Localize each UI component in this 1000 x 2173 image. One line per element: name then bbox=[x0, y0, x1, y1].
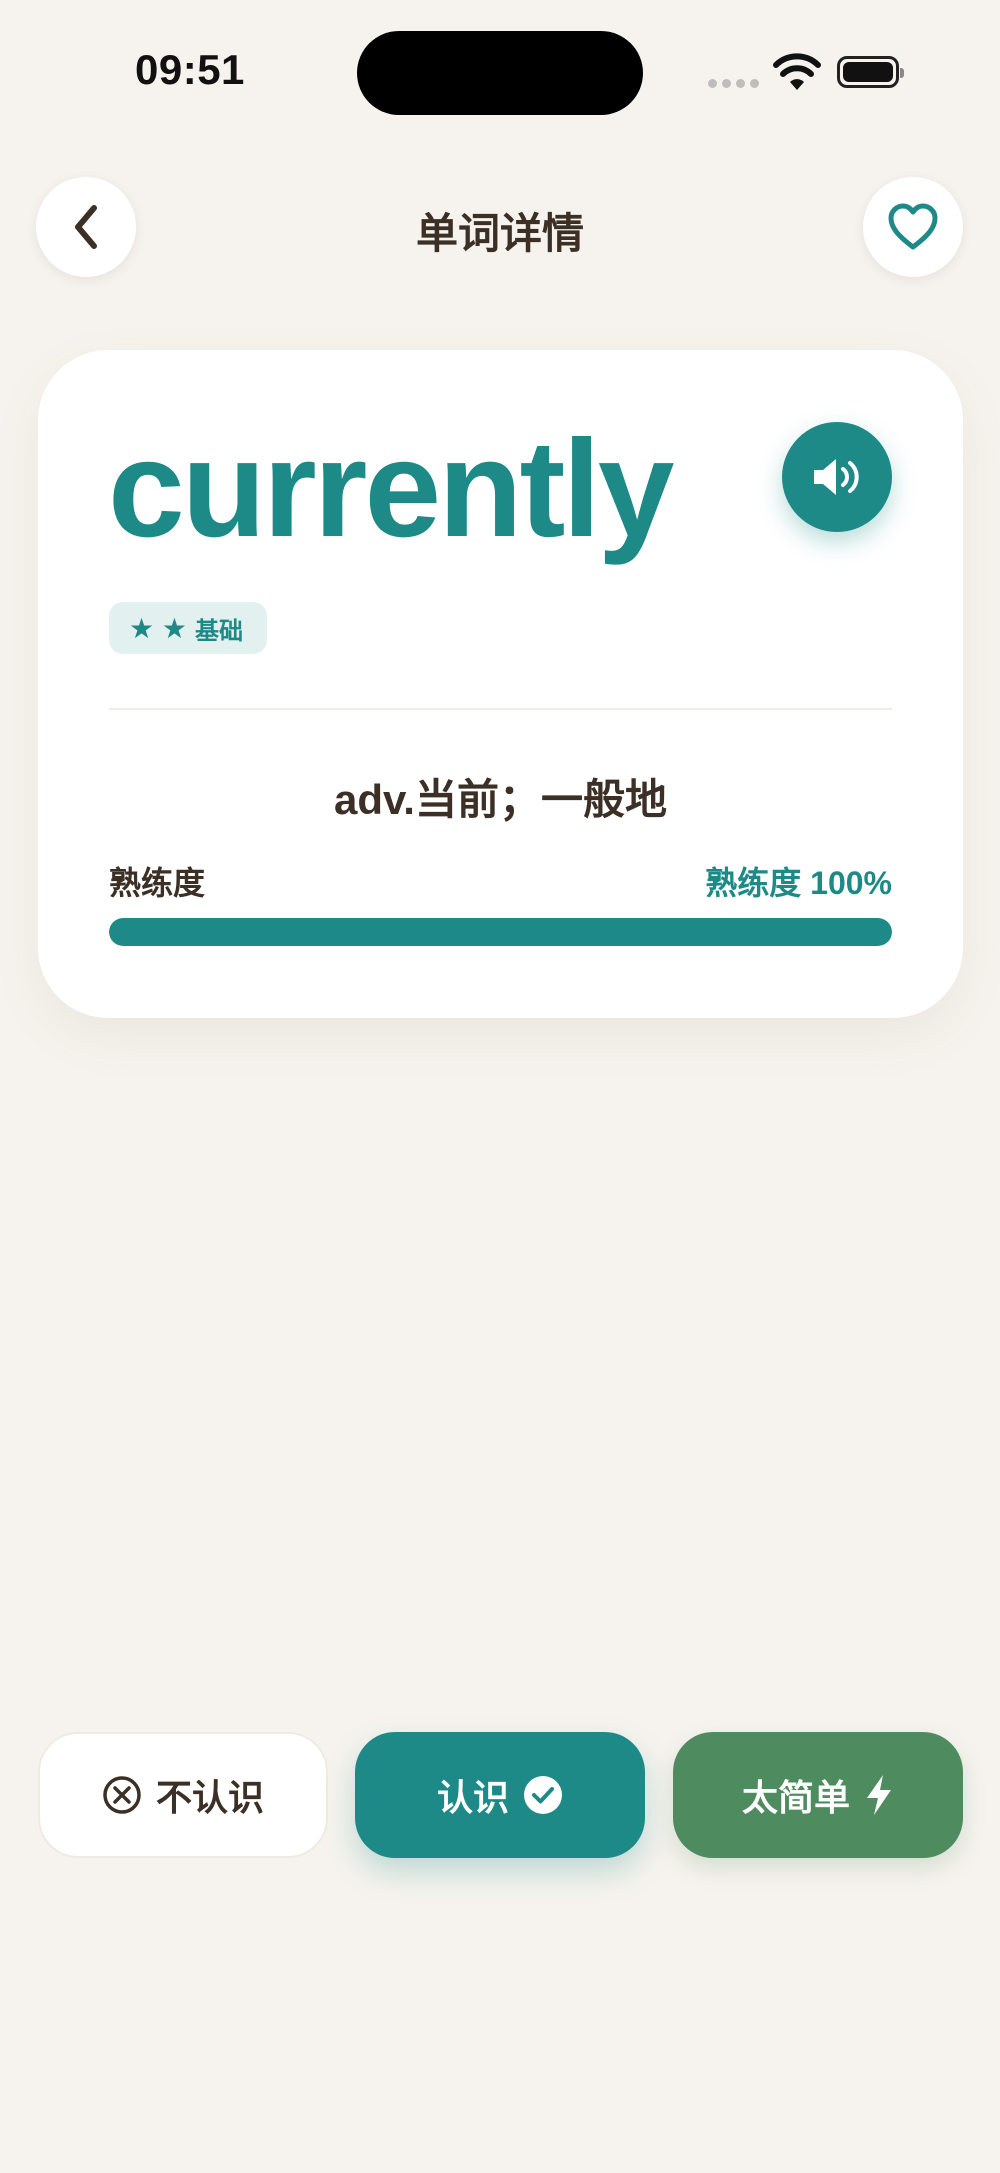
battery-icon bbox=[837, 56, 904, 88]
page-title: 单词详情 bbox=[415, 210, 584, 257]
proficiency-value: 熟练度 100% bbox=[705, 865, 892, 901]
known-button[interactable]: 认识 bbox=[355, 1732, 645, 1858]
level-label: 基础 bbox=[194, 617, 243, 645]
star-icon: ★ ★ bbox=[129, 612, 187, 644]
easy-label: 太简单 bbox=[741, 1777, 850, 1818]
wifi-icon bbox=[773, 53, 821, 90]
word-text: currently bbox=[108, 412, 675, 566]
definition-text: adv.当前；一般地 bbox=[334, 776, 667, 823]
pronounce-button[interactable] bbox=[782, 422, 892, 532]
lightning-icon bbox=[867, 1775, 891, 1815]
word-card: currently ★ ★ 基础 adv.当前；一般地 熟练度 熟练度 100% bbox=[38, 350, 963, 1018]
signal-dots-icon bbox=[708, 79, 759, 88]
favorite-button[interactable] bbox=[863, 177, 963, 277]
level-badge: ★ ★ 基础 bbox=[109, 602, 267, 654]
proficiency-label: 熟练度 bbox=[109, 865, 206, 901]
status-time: 09:51 bbox=[135, 46, 245, 93]
check-circle-icon bbox=[524, 1776, 562, 1814]
unknown-label: 不认识 bbox=[155, 1777, 264, 1818]
easy-button[interactable]: 太简单 bbox=[673, 1732, 963, 1858]
proficiency-bar bbox=[109, 918, 892, 946]
known-label: 认识 bbox=[436, 1777, 509, 1818]
unknown-button[interactable]: 不认识 bbox=[38, 1732, 328, 1858]
x-circle-icon bbox=[103, 1776, 141, 1814]
heart-icon bbox=[888, 203, 938, 250]
speaker-icon bbox=[814, 459, 859, 495]
divider bbox=[109, 708, 892, 710]
proficiency-bar-fill bbox=[109, 918, 892, 946]
dynamic-island bbox=[357, 31, 643, 115]
